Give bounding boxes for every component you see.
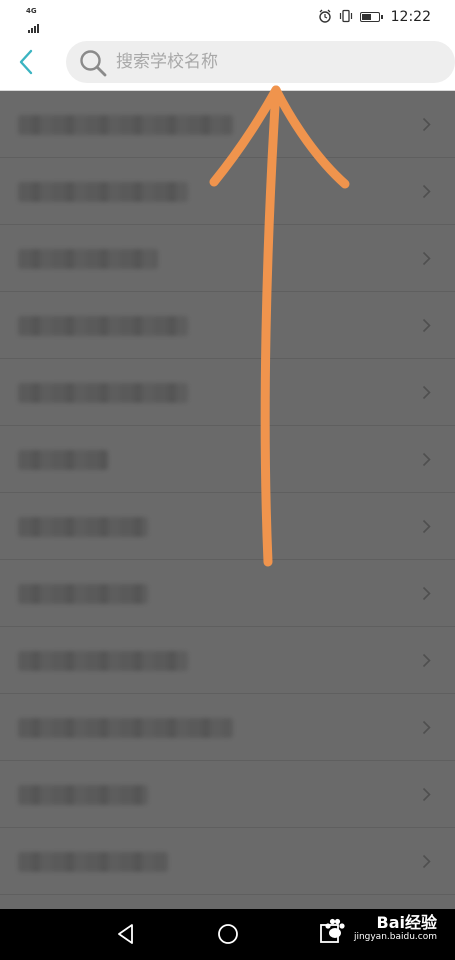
status-time: 12:22 xyxy=(390,9,431,25)
school-list-item[interactable] xyxy=(0,225,455,292)
chevron-right-icon xyxy=(422,251,431,266)
chevron-right-icon xyxy=(422,184,431,199)
school-list-item[interactable] xyxy=(0,292,455,359)
school-list-item[interactable] xyxy=(0,627,455,694)
chevron-right-icon xyxy=(422,854,431,869)
school-list-item[interactable] xyxy=(0,560,455,627)
school-name-blurred xyxy=(18,316,188,336)
search-icon xyxy=(80,50,107,77)
school-list-item[interactable] xyxy=(0,493,455,560)
status-bar: 4G 12:22 xyxy=(0,0,455,34)
school-list-item[interactable] xyxy=(0,828,455,895)
watermark-brand2: 经验 xyxy=(404,913,437,932)
school-name-blurred xyxy=(18,517,148,537)
school-list-item[interactable] xyxy=(0,359,455,426)
home-circle-icon[interactable] xyxy=(216,922,240,946)
chevron-right-icon xyxy=(422,653,431,668)
chevron-left-icon xyxy=(19,49,33,75)
school-list-item[interactable] xyxy=(0,426,455,493)
chevron-right-icon xyxy=(422,385,431,400)
alarm-icon xyxy=(318,9,332,26)
school-list xyxy=(0,91,455,909)
navigation-bar: Bai经验 jingyan.baidu.com xyxy=(0,909,455,960)
watermark-brand: Bai xyxy=(376,913,405,932)
paw-logo-icon xyxy=(325,918,345,938)
search-header xyxy=(0,34,455,91)
school-list-item[interactable] xyxy=(0,761,455,828)
signal-bars-icon xyxy=(28,14,40,33)
chevron-right-icon xyxy=(422,452,431,467)
school-name-blurred xyxy=(18,115,233,135)
chevron-right-icon xyxy=(422,586,431,601)
chevron-right-icon xyxy=(422,318,431,333)
school-list-item[interactable] xyxy=(0,694,455,761)
school-name-blurred xyxy=(18,852,168,872)
chevron-right-icon xyxy=(422,519,431,534)
school-name-blurred xyxy=(18,450,108,470)
school-name-blurred xyxy=(18,718,233,738)
chevron-right-icon xyxy=(422,787,431,802)
school-name-blurred xyxy=(18,651,188,671)
school-name-blurred xyxy=(18,584,148,604)
search-input[interactable] xyxy=(116,41,436,83)
chevron-right-icon xyxy=(422,720,431,735)
battery-icon xyxy=(359,12,383,22)
school-name-blurred xyxy=(18,182,188,202)
school-name-blurred xyxy=(18,383,188,403)
school-list-item[interactable] xyxy=(0,158,455,225)
watermark: Bai经验 jingyan.baidu.com xyxy=(322,914,437,943)
search-box[interactable] xyxy=(66,41,455,83)
chevron-right-icon xyxy=(422,117,431,132)
watermark-url: jingyan.baidu.com xyxy=(353,932,437,942)
vibrate-icon xyxy=(339,9,353,26)
school-name-blurred xyxy=(18,249,158,269)
back-button[interactable] xyxy=(12,47,40,77)
back-triangle-icon[interactable] xyxy=(114,922,138,946)
school-list-item[interactable] xyxy=(0,91,455,158)
school-name-blurred xyxy=(18,785,148,805)
